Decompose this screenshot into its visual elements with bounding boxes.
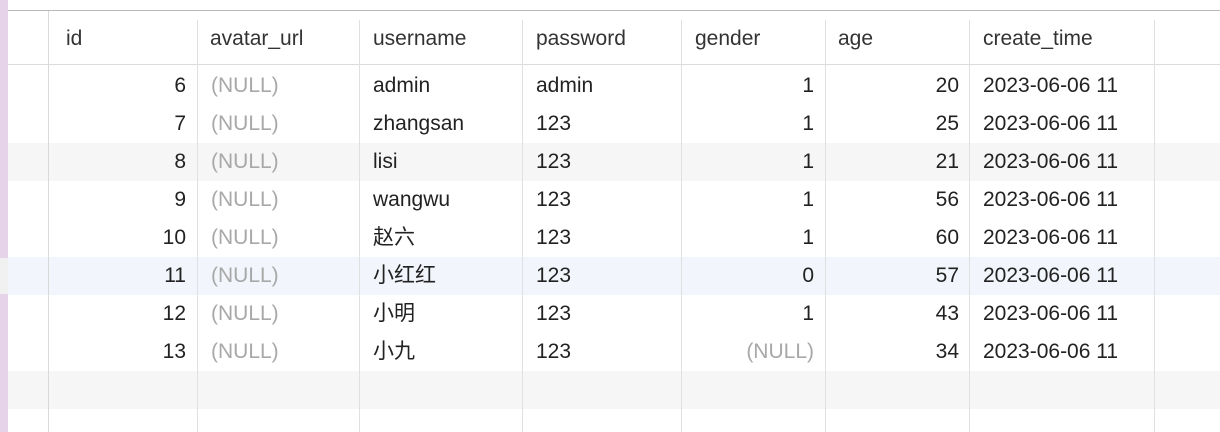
row-gutter-divider <box>48 11 49 432</box>
cell-username[interactable]: 赵六 <box>373 219 515 257</box>
cell-id[interactable]: 9 <box>50 181 186 219</box>
table-grid: id avatar_url username password gender a… <box>0 0 1220 432</box>
cell-avatar-url[interactable]: (NULL) <box>211 295 351 333</box>
cell-age[interactable]: 57 <box>827 257 959 295</box>
cell-age[interactable]: 20 <box>827 67 959 105</box>
cell-age[interactable]: 60 <box>827 219 959 257</box>
cell-age[interactable]: 21 <box>827 143 959 181</box>
cell-gender[interactable]: 1 <box>683 295 814 333</box>
cell-password[interactable]: 123 <box>536 181 674 219</box>
cell-create-time[interactable]: 2023-06-06 11 <box>983 67 1153 105</box>
cell-id[interactable]: 8 <box>50 143 186 181</box>
column-divider[interactable] <box>197 20 198 432</box>
cell-id[interactable]: 11 <box>50 257 186 295</box>
cell-id[interactable]: 13 <box>50 333 186 371</box>
column-divider[interactable] <box>522 20 523 432</box>
cell-age[interactable]: 43 <box>827 295 959 333</box>
cell-id[interactable]: 7 <box>50 105 186 143</box>
cell-password[interactable]: 123 <box>536 143 674 181</box>
cell-id[interactable]: 6 <box>50 67 186 105</box>
cell-avatar-url[interactable]: (NULL) <box>211 257 351 295</box>
cell-create-time[interactable]: 2023-06-06 11 <box>983 333 1153 371</box>
cell-id[interactable]: 10 <box>50 219 186 257</box>
cell-username[interactable]: 小红红 <box>373 257 515 295</box>
column-header-gender[interactable]: gender <box>695 24 760 54</box>
cell-avatar-url[interactable]: (NULL) <box>211 67 351 105</box>
cell-create-time[interactable]: 2023-06-06 11 <box>983 219 1153 257</box>
window-edge-gap <box>0 258 8 294</box>
cell-gender[interactable]: 1 <box>683 67 814 105</box>
cell-avatar-url[interactable]: (NULL) <box>211 143 351 181</box>
cell-create-time[interactable]: 2023-06-06 11 <box>983 181 1153 219</box>
cell-username[interactable]: lisi <box>373 143 515 181</box>
cell-username[interactable]: 小明 <box>373 295 515 333</box>
cell-create-time[interactable]: 2023-06-06 11 <box>983 105 1153 143</box>
column-header-create-time[interactable]: create_time <box>983 24 1093 54</box>
cell-password[interactable]: 123 <box>536 105 674 143</box>
column-divider[interactable] <box>969 20 970 432</box>
cell-password[interactable]: 123 <box>536 333 674 371</box>
cell-id[interactable]: 12 <box>50 295 186 333</box>
cell-gender[interactable]: (NULL) <box>683 333 814 371</box>
cell-age[interactable]: 34 <box>827 333 959 371</box>
cell-gender[interactable]: 1 <box>683 181 814 219</box>
cell-create-time[interactable]: 2023-06-06 11 <box>983 295 1153 333</box>
column-divider[interactable] <box>1154 20 1155 432</box>
cell-avatar-url[interactable]: (NULL) <box>211 105 351 143</box>
cell-gender[interactable]: 0 <box>683 257 814 295</box>
cell-avatar-url[interactable]: (NULL) <box>211 181 351 219</box>
column-header-age[interactable]: age <box>838 24 873 54</box>
cell-age[interactable]: 56 <box>827 181 959 219</box>
cell-age[interactable]: 25 <box>827 105 959 143</box>
cell-gender[interactable]: 1 <box>683 143 814 181</box>
column-header-id[interactable]: id <box>66 24 82 54</box>
row-stripe <box>8 371 1220 409</box>
header-separator <box>8 64 1220 65</box>
cell-avatar-url[interactable]: (NULL) <box>211 219 351 257</box>
cell-create-time[interactable]: 2023-06-06 11 <box>983 257 1153 295</box>
column-divider[interactable] <box>825 20 826 432</box>
column-divider[interactable] <box>681 20 682 432</box>
grid-top-border <box>8 10 1220 11</box>
cell-password[interactable]: 123 <box>536 219 674 257</box>
cell-avatar-url[interactable]: (NULL) <box>211 333 351 371</box>
cell-username[interactable]: 小九 <box>373 333 515 371</box>
cell-password[interactable]: 123 <box>536 295 674 333</box>
cell-create-time[interactable]: 2023-06-06 11 <box>983 143 1153 181</box>
cell-password[interactable]: 123 <box>536 257 674 295</box>
window-edge <box>0 0 8 432</box>
column-header-username[interactable]: username <box>373 24 466 54</box>
cell-username[interactable]: zhangsan <box>373 105 515 143</box>
cell-gender[interactable]: 1 <box>683 105 814 143</box>
cell-gender[interactable]: 1 <box>683 219 814 257</box>
column-divider[interactable] <box>359 20 360 432</box>
column-header-avatar-url[interactable]: avatar_url <box>210 24 303 54</box>
cell-username[interactable]: admin <box>373 67 515 105</box>
cell-username[interactable]: wangwu <box>373 181 515 219</box>
column-header-password[interactable]: password <box>536 24 626 54</box>
cell-password[interactable]: admin <box>536 67 674 105</box>
